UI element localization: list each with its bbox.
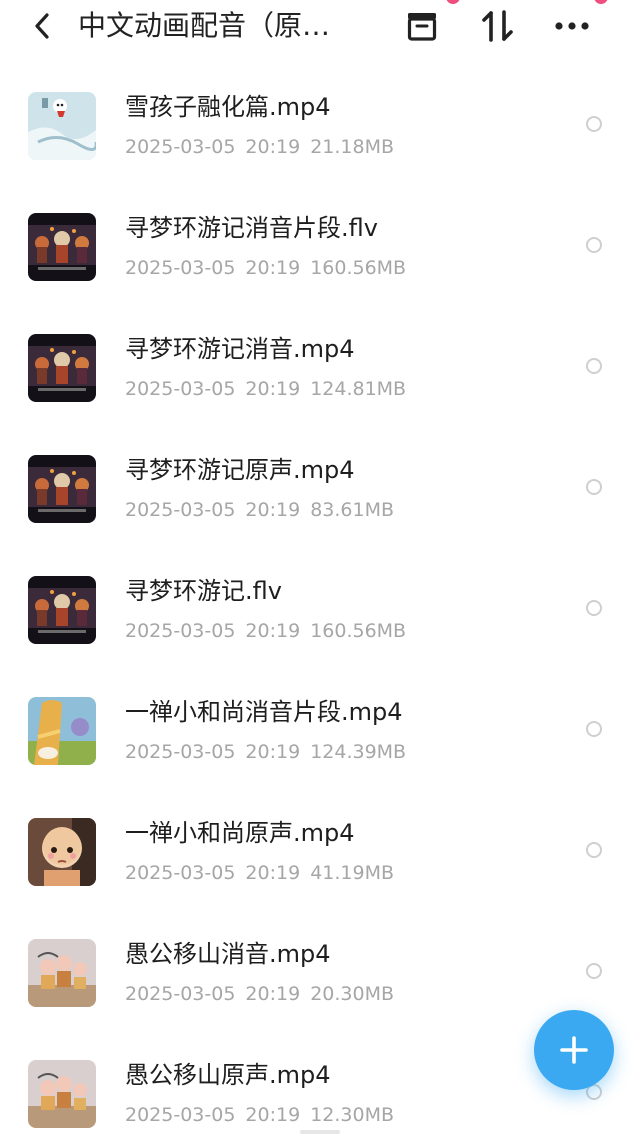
file-row[interactable]: 寻梦环游记消音片段.flv 2025-03-05 20:19 160.56MB [0,185,640,306]
file-name: 寻梦环游记消音片段.flv [125,214,378,242]
file-name: 一禅小和尚消音片段.mp4 [125,698,403,726]
file-meta: 2025-03-05 20:19 21.18MB [125,134,404,160]
file-browser-screen: 中文动画配音（原… 雪孩子融化篇.mp4 2025-03-05 20:19 21… [0,0,640,1134]
file-name: 一禅小和尚原声.mp4 [125,819,355,847]
file-time: 20:19 [245,741,301,763]
file-name: 愚公移山原声.mp4 [125,1061,331,1089]
select-radio[interactable] [586,842,602,858]
file-row[interactable]: 雪孩子融化篇.mp4 2025-03-05 20:19 21.18MB [0,64,640,185]
file-row[interactable]: 寻梦环游记消音.mp4 2025-03-05 20:19 124.81MB [0,306,640,427]
back-button[interactable] [26,8,58,44]
select-radio[interactable] [586,358,602,374]
page-title: 中文动画配音（原… [78,9,331,42]
select-radio[interactable] [586,963,602,979]
file-size: 124.81MB [310,378,407,400]
notification-dot [446,0,460,4]
file-date: 2025-03-05 [125,136,236,158]
file-date: 2025-03-05 [125,620,236,642]
plus-icon [560,1036,588,1064]
file-time: 20:19 [245,136,301,158]
file-meta: 2025-03-05 20:19 124.81MB [125,376,416,402]
sort-button[interactable] [476,6,520,46]
more-horizontal-icon [555,22,589,30]
video-thumbnail [28,92,96,160]
file-row[interactable]: 一禅小和尚原声.mp4 2025-03-05 20:19 41.19MB [0,790,640,911]
file-size: 21.18MB [310,136,395,158]
file-meta: 2025-03-05 20:19 160.56MB [125,618,416,644]
select-radio[interactable] [586,479,602,495]
file-row[interactable]: 愚公移山消音.mp4 2025-03-05 20:19 20.30MB [0,911,640,1032]
file-date: 2025-03-05 [125,257,236,279]
more-button[interactable] [550,6,594,46]
file-time: 20:19 [245,1104,301,1126]
notification-dot [594,0,608,4]
file-size: 41.19MB [310,862,395,884]
video-thumbnail [28,576,96,644]
add-file-button[interactable] [534,1010,614,1090]
file-time: 20:19 [245,620,301,642]
archive-box-icon [407,13,437,41]
file-meta: 2025-03-05 20:19 124.39MB [125,739,416,765]
file-name: 雪孩子融化篇.mp4 [125,93,331,121]
file-date: 2025-03-05 [125,983,236,1005]
file-row[interactable]: 一禅小和尚消音片段.mp4 2025-03-05 20:19 124.39MB [0,669,640,790]
file-time: 20:19 [245,257,301,279]
top-bar: 中文动画配音（原… [0,0,640,56]
file-name: 寻梦环游记消音.mp4 [125,335,355,363]
select-radio[interactable] [586,721,602,737]
video-thumbnail [28,697,96,765]
video-thumbnail [28,939,96,1007]
file-meta: 2025-03-05 20:19 160.56MB [125,255,416,281]
file-size: 20.30MB [310,983,395,1005]
file-size: 160.56MB [310,257,407,279]
home-indicator [300,1130,340,1134]
archive-button[interactable] [400,6,444,46]
file-name: 寻梦环游记原声.mp4 [125,456,355,484]
file-name: 寻梦环游记.flv [125,577,282,605]
select-radio[interactable] [586,237,602,253]
file-meta: 2025-03-05 20:19 41.19MB [125,860,404,886]
file-list: 雪孩子融化篇.mp4 2025-03-05 20:19 21.18MB 寻梦环游记消音片… [0,64,640,1134]
chevron-left-icon [35,13,49,39]
file-time: 20:19 [245,862,301,884]
file-date: 2025-03-05 [125,499,236,521]
file-size: 124.39MB [310,741,407,763]
file-time: 20:19 [245,983,301,1005]
select-radio[interactable] [586,600,602,616]
file-date: 2025-03-05 [125,741,236,763]
file-date: 2025-03-05 [125,378,236,400]
file-row[interactable]: 寻梦环游记原声.mp4 2025-03-05 20:19 83.61MB [0,427,640,548]
file-size: 83.61MB [310,499,395,521]
select-radio[interactable] [586,116,602,132]
video-thumbnail [28,334,96,402]
file-meta: 2025-03-05 20:19 20.30MB [125,981,404,1007]
file-name: 愚公移山消音.mp4 [125,940,331,968]
file-meta: 2025-03-05 20:19 83.61MB [125,497,404,523]
video-thumbnail [28,455,96,523]
file-size: 12.30MB [310,1104,395,1126]
video-thumbnail [28,1060,96,1128]
file-time: 20:19 [245,378,301,400]
file-time: 20:19 [245,499,301,521]
video-thumbnail [28,818,96,886]
sort-arrows-icon [482,10,513,42]
file-date: 2025-03-05 [125,862,236,884]
file-row[interactable]: 寻梦环游记.flv 2025-03-05 20:19 160.56MB [0,548,640,669]
file-size: 160.56MB [310,620,407,642]
file-date: 2025-03-05 [125,1104,236,1126]
video-thumbnail [28,213,96,281]
file-meta: 2025-03-05 20:19 12.30MB [125,1102,404,1128]
